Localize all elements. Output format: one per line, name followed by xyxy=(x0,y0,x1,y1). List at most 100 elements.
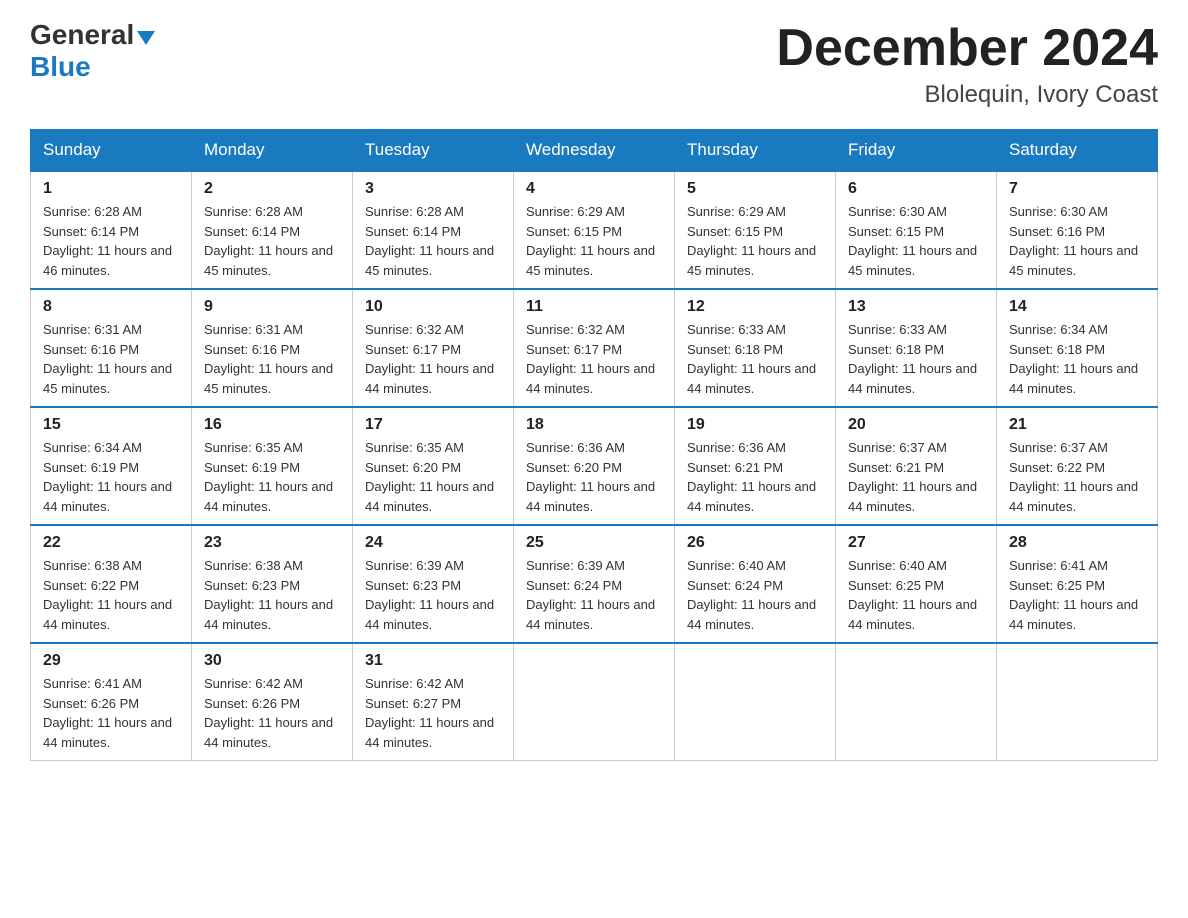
day-info: Sunrise: 6:41 AMSunset: 6:25 PMDaylight:… xyxy=(1009,556,1145,634)
day-info: Sunrise: 6:35 AMSunset: 6:19 PMDaylight:… xyxy=(204,438,340,516)
day-number: 1 xyxy=(43,180,179,198)
calendar-cell: 16 Sunrise: 6:35 AMSunset: 6:19 PMDayligh… xyxy=(192,407,353,525)
page-title: December 2024 xyxy=(776,20,1158,77)
calendar-cell xyxy=(514,643,675,761)
calendar-cell: 28 Sunrise: 6:41 AMSunset: 6:25 PMDayligh… xyxy=(997,525,1158,643)
header-day-saturday: Saturday xyxy=(997,130,1158,172)
calendar-cell: 12 Sunrise: 6:33 AMSunset: 6:18 PMDayligh… xyxy=(675,289,836,407)
header-day-wednesday: Wednesday xyxy=(514,130,675,172)
header-day-monday: Monday xyxy=(192,130,353,172)
calendar-cell: 27Sunrise: 6:40 AMSunset: 6:25 PMDayligh… xyxy=(836,525,997,643)
day-info: Sunrise: 6:30 AMSunset: 6:16 PMDaylight:… xyxy=(1009,202,1145,280)
calendar-cell: 9 Sunrise: 6:31 AMSunset: 6:16 PMDaylight… xyxy=(192,289,353,407)
day-number: 6 xyxy=(848,180,984,198)
day-info: Sunrise: 6:36 AMSunset: 6:21 PMDaylight:… xyxy=(687,438,823,516)
day-number: 5 xyxy=(687,180,823,198)
calendar-cell: 1 Sunrise: 6:28 AMSunset: 6:14 PMDaylight… xyxy=(31,171,192,289)
calendar-cell: 19Sunrise: 6:36 AMSunset: 6:21 PMDayligh… xyxy=(675,407,836,525)
day-info: Sunrise: 6:29 AMSunset: 6:15 PMDaylight:… xyxy=(526,202,662,280)
calendar-cell: 11Sunrise: 6:32 AMSunset: 6:17 PMDayligh… xyxy=(514,289,675,407)
calendar-cell xyxy=(675,643,836,761)
page-subtitle: Blolequin, Ivory Coast xyxy=(776,81,1158,109)
calendar-cell: 3 Sunrise: 6:28 AMSunset: 6:14 PMDaylight… xyxy=(353,171,514,289)
day-info: Sunrise: 6:42 AMSunset: 6:26 PMDaylight:… xyxy=(204,674,340,752)
day-info: Sunrise: 6:28 AMSunset: 6:14 PMDaylight:… xyxy=(365,202,501,280)
calendar-cell: 26Sunrise: 6:40 AMSunset: 6:24 PMDayligh… xyxy=(675,525,836,643)
day-number: 30 xyxy=(204,652,340,670)
day-number: 31 xyxy=(365,652,501,670)
header-day-sunday: Sunday xyxy=(31,130,192,172)
day-number: 3 xyxy=(365,180,501,198)
calendar-cell: 30 Sunrise: 6:42 AMSunset: 6:26 PMDayligh… xyxy=(192,643,353,761)
day-info: Sunrise: 6:31 AMSunset: 6:16 PMDaylight:… xyxy=(43,320,179,398)
day-info: Sunrise: 6:31 AMSunset: 6:16 PMDaylight:… xyxy=(204,320,340,398)
day-info: Sunrise: 6:29 AMSunset: 6:15 PMDaylight:… xyxy=(687,202,823,280)
day-number: 7 xyxy=(1009,180,1145,198)
calendar-cell: 10Sunrise: 6:32 AMSunset: 6:17 PMDayligh… xyxy=(353,289,514,407)
day-number: 23 xyxy=(204,534,340,552)
day-number: 26 xyxy=(687,534,823,552)
day-info: Sunrise: 6:39 AMSunset: 6:23 PMDaylight:… xyxy=(365,556,501,634)
calendar-cell: 17 Sunrise: 6:35 AMSunset: 6:20 PMDayligh… xyxy=(353,407,514,525)
day-number: 2 xyxy=(204,180,340,198)
calendar-cell: 22 Sunrise: 6:38 AMSunset: 6:22 PMDayligh… xyxy=(31,525,192,643)
day-info: Sunrise: 6:30 AMSunset: 6:15 PMDaylight:… xyxy=(848,202,984,280)
calendar-cell: 13Sunrise: 6:33 AMSunset: 6:18 PMDayligh… xyxy=(836,289,997,407)
day-number: 21 xyxy=(1009,416,1145,434)
header-day-friday: Friday xyxy=(836,130,997,172)
header-row: SundayMondayTuesdayWednesdayThursdayFrid… xyxy=(31,130,1158,172)
header-day-tuesday: Tuesday xyxy=(353,130,514,172)
day-info: Sunrise: 6:28 AMSunset: 6:14 PMDaylight:… xyxy=(43,202,179,280)
calendar-cell: 5 Sunrise: 6:29 AMSunset: 6:15 PMDaylight… xyxy=(675,171,836,289)
calendar-cell: 18Sunrise: 6:36 AMSunset: 6:20 PMDayligh… xyxy=(514,407,675,525)
day-number: 17 xyxy=(365,416,501,434)
day-info: Sunrise: 6:39 AMSunset: 6:24 PMDaylight:… xyxy=(526,556,662,634)
calendar-cell: 14Sunrise: 6:34 AMSunset: 6:18 PMDayligh… xyxy=(997,289,1158,407)
calendar-cell: 23Sunrise: 6:38 AMSunset: 6:23 PMDayligh… xyxy=(192,525,353,643)
page-header: General Blue December 2024 Blolequin, Iv… xyxy=(30,20,1158,109)
calendar-cell: 2 Sunrise: 6:28 AMSunset: 6:14 PMDaylight… xyxy=(192,171,353,289)
day-info: Sunrise: 6:33 AMSunset: 6:18 PMDaylight:… xyxy=(848,320,984,398)
calendar-cell: 8 Sunrise: 6:31 AMSunset: 6:16 PMDaylight… xyxy=(31,289,192,407)
day-number: 29 xyxy=(43,652,179,670)
calendar-body: 1 Sunrise: 6:28 AMSunset: 6:14 PMDaylight… xyxy=(31,171,1158,761)
day-number: 25 xyxy=(526,534,662,552)
day-info: Sunrise: 6:36 AMSunset: 6:20 PMDaylight:… xyxy=(526,438,662,516)
logo-general: General xyxy=(30,20,134,51)
day-number: 22 xyxy=(43,534,179,552)
day-info: Sunrise: 6:28 AMSunset: 6:14 PMDaylight:… xyxy=(204,202,340,280)
calendar-cell: 15 Sunrise: 6:34 AMSunset: 6:19 PMDayligh… xyxy=(31,407,192,525)
day-number: 8 xyxy=(43,298,179,316)
day-info: Sunrise: 6:38 AMSunset: 6:22 PMDaylight:… xyxy=(43,556,179,634)
week-row-1: 1 Sunrise: 6:28 AMSunset: 6:14 PMDaylight… xyxy=(31,171,1158,289)
day-number: 16 xyxy=(204,416,340,434)
day-number: 24 xyxy=(365,534,501,552)
calendar-cell xyxy=(997,643,1158,761)
day-info: Sunrise: 6:35 AMSunset: 6:20 PMDaylight:… xyxy=(365,438,501,516)
day-number: 9 xyxy=(204,298,340,316)
calendar-cell: 31 Sunrise: 6:42 AMSunset: 6:27 PMDayligh… xyxy=(353,643,514,761)
calendar-cell: 4 Sunrise: 6:29 AMSunset: 6:15 PMDaylight… xyxy=(514,171,675,289)
day-info: Sunrise: 6:32 AMSunset: 6:17 PMDaylight:… xyxy=(365,320,501,398)
day-number: 15 xyxy=(43,416,179,434)
calendar-cell: 20Sunrise: 6:37 AMSunset: 6:21 PMDayligh… xyxy=(836,407,997,525)
day-info: Sunrise: 6:32 AMSunset: 6:17 PMDaylight:… xyxy=(526,320,662,398)
day-number: 4 xyxy=(526,180,662,198)
day-info: Sunrise: 6:33 AMSunset: 6:18 PMDaylight:… xyxy=(687,320,823,398)
day-info: Sunrise: 6:37 AMSunset: 6:22 PMDaylight:… xyxy=(1009,438,1145,516)
day-info: Sunrise: 6:37 AMSunset: 6:21 PMDaylight:… xyxy=(848,438,984,516)
day-info: Sunrise: 6:34 AMSunset: 6:19 PMDaylight:… xyxy=(43,438,179,516)
logo-blue: Blue xyxy=(30,51,91,82)
day-number: 28 xyxy=(1009,534,1145,552)
day-number: 12 xyxy=(687,298,823,316)
day-info: Sunrise: 6:42 AMSunset: 6:27 PMDaylight:… xyxy=(365,674,501,752)
calendar-header: SundayMondayTuesdayWednesdayThursdayFrid… xyxy=(31,130,1158,172)
calendar-cell: 21 Sunrise: 6:37 AMSunset: 6:22 PMDayligh… xyxy=(997,407,1158,525)
week-row-3: 15 Sunrise: 6:34 AMSunset: 6:19 PMDayligh… xyxy=(31,407,1158,525)
day-number: 14 xyxy=(1009,298,1145,316)
logo-triangle-icon xyxy=(137,31,155,45)
week-row-2: 8 Sunrise: 6:31 AMSunset: 6:16 PMDaylight… xyxy=(31,289,1158,407)
header-day-thursday: Thursday xyxy=(675,130,836,172)
calendar-cell: 6 Sunrise: 6:30 AMSunset: 6:15 PMDaylight… xyxy=(836,171,997,289)
logo: General Blue xyxy=(30,20,155,83)
